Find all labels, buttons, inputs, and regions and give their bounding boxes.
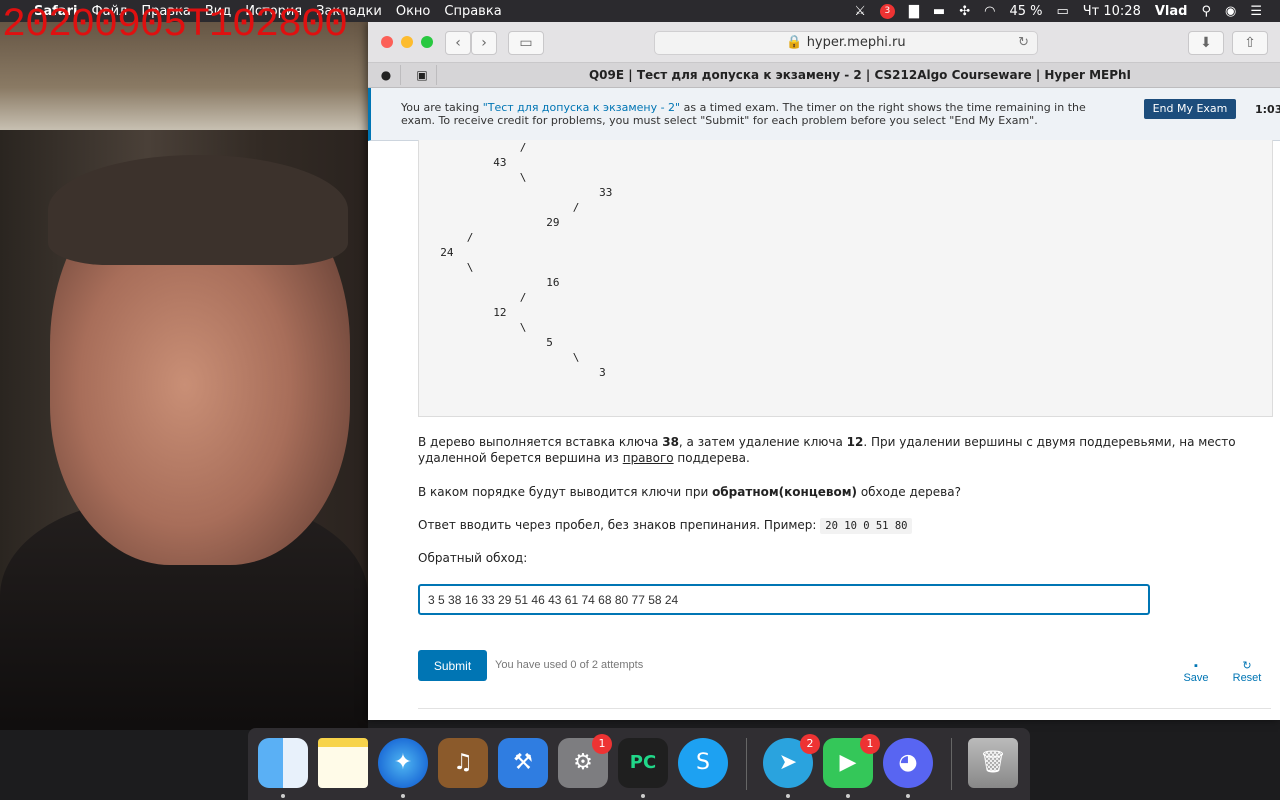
- save-button[interactable]: ▪ Save: [1176, 660, 1216, 684]
- menu-help[interactable]: Справка: [444, 4, 501, 19]
- share-icon[interactable]: ⇧: [1232, 31, 1268, 55]
- active-tab-title[interactable]: Q09E | Тест для допуска к экзамену - 2 |…: [440, 68, 1280, 82]
- end-my-exam-button[interactable]: End My Exam: [1144, 99, 1236, 119]
- statement-part-1: В дерево выполняется вставка ключа: [418, 435, 663, 449]
- back-button[interactable]: ‹: [445, 31, 471, 55]
- telegram-running-indicator: [786, 794, 790, 798]
- reload-icon[interactable]: ↻: [1018, 32, 1029, 54]
- discord-icon[interactable]: ◕: [883, 738, 933, 788]
- minimize-window-button[interactable]: [401, 36, 413, 48]
- garageband-icon[interactable]: ♫: [438, 738, 488, 788]
- answer-format-hint: Ответ вводить через пробел, без знаков п…: [418, 517, 1248, 534]
- submit-button[interactable]: Submit: [418, 650, 487, 681]
- example-code: 20 10 0 51 80: [820, 518, 913, 534]
- brush-icon[interactable]: ⚔: [854, 4, 866, 19]
- right-subtree-word: правого: [622, 451, 674, 465]
- address-url: hyper.mephi.ru: [806, 35, 906, 50]
- skype-icon[interactable]: S: [678, 738, 728, 788]
- forward-button[interactable]: ›: [471, 31, 497, 55]
- reset-icon: ↻: [1242, 660, 1252, 672]
- pinned-tab-firefox-icon[interactable]: ●: [372, 65, 401, 85]
- chat-icon[interactable]: ▇: [909, 4, 919, 19]
- question-part-2: обходе дерева?: [857, 485, 961, 499]
- question-part-1: В каком порядке будут выводится ключи пр…: [418, 485, 713, 499]
- safari-icon[interactable]: ✦: [378, 738, 428, 788]
- wifi-icon[interactable]: ◠: [984, 4, 995, 19]
- tree-diagram: / 43 \ 33 / 29 / 24 \ 16 / 12 \ 5 \ 3: [440, 141, 613, 379]
- facetime-badge: 1: [860, 734, 880, 754]
- exam-link[interactable]: "Тест для допуска к экзамену - 2": [483, 101, 680, 114]
- pycharm-icon[interactable]: PC: [618, 738, 668, 788]
- exam-banner-message: You are taking "Тест для допуска к экзам…: [401, 101, 1101, 127]
- menu-window[interactable]: Окно: [396, 4, 431, 19]
- traversal-type: обратном(концевом): [712, 485, 857, 499]
- insert-key: 38: [662, 435, 679, 449]
- system-preferences-badge: 1: [592, 734, 612, 754]
- sidebar-toggle-icon[interactable]: ▭: [508, 31, 544, 55]
- pycharm-running-indicator: [641, 794, 645, 798]
- section-divider: [418, 708, 1271, 709]
- webcam-feed: [0, 0, 368, 730]
- answer-label: Обратный обход:: [418, 551, 528, 565]
- safari-running-indicator: [401, 794, 405, 798]
- downloads-icon[interactable]: ⬇: [1188, 31, 1224, 55]
- delete-key: 12: [846, 435, 864, 449]
- save-icon: ▪: [1194, 660, 1198, 672]
- save-label: Save: [1183, 672, 1209, 684]
- finder-running-indicator: [281, 794, 285, 798]
- problem-content: / 43 \ 33 / 29 / 24 \ 16 / 12 \ 5 \ 3 В …: [368, 140, 1280, 720]
- address-bar[interactable]: 🔒 hyper.mephi.ru ↻: [654, 31, 1038, 55]
- notes-icon[interactable]: [318, 738, 368, 788]
- attempts-info: You have used 0 of 2 attempts: [495, 659, 644, 671]
- siri-icon[interactable]: ◉: [1225, 4, 1236, 19]
- network-icon[interactable]: ✣: [959, 4, 970, 19]
- battery-percent[interactable]: 45 %: [1009, 4, 1042, 19]
- notification-badge[interactable]: 3: [879, 3, 895, 19]
- flag-icon[interactable]: ▬: [933, 4, 945, 19]
- finder-icon[interactable]: [258, 738, 308, 788]
- facetime-running-indicator: [846, 794, 850, 798]
- xcode-icon[interactable]: ⚒: [498, 738, 548, 788]
- browser-toolbar: ‹ › ▭ 🔒 hyper.mephi.ru ↻ ⬇ ⇧: [368, 22, 1280, 63]
- webcam-timestamp: 20200905T102800: [2, 3, 348, 48]
- statement-part-4: поддерева.: [673, 451, 750, 465]
- problem-statement: В дерево выполняется вставка ключа 38, а…: [418, 434, 1248, 466]
- clock[interactable]: Чт 10:28: [1083, 4, 1141, 19]
- user-name[interactable]: Vlad: [1155, 4, 1188, 19]
- webcam-person-hair: [48, 155, 348, 265]
- trash-icon[interactable]: 🗑: [968, 738, 1018, 788]
- battery-icon[interactable]: ▭: [1056, 4, 1068, 19]
- zoom-window-button[interactable]: [421, 36, 433, 48]
- tree-diagram-box: / 43 \ 33 / 29 / 24 \ 16 / 12 \ 5 \ 3: [418, 140, 1273, 417]
- spotlight-search-icon[interactable]: ⚲: [1201, 4, 1211, 19]
- hint-text: Ответ вводить через пробел, без знаков п…: [418, 518, 821, 532]
- reset-label: Reset: [1232, 672, 1262, 684]
- timed-exam-banner: You are taking "Тест для допуска к экзам…: [368, 88, 1280, 141]
- discord-running-indicator: [906, 794, 910, 798]
- telegram-badge: 2: [800, 734, 820, 754]
- pinned-tab-chat-icon[interactable]: ▣: [408, 65, 437, 85]
- safari-window: ‹ › ▭ 🔒 hyper.mephi.ru ↻ ⬇ ⇧ ● ▣ Q09E | …: [368, 22, 1280, 720]
- notification-center-icon[interactable]: ☰: [1250, 4, 1262, 19]
- exam-banner-text-before: You are taking: [401, 101, 483, 114]
- dock-separator: [746, 738, 747, 790]
- statement-part-2: , а затем удаление ключа: [678, 435, 847, 449]
- macos-dock: ✦ ♫ ⚒ ⚙ 1 PC S ➤ 2 ▶ 1 ◕ 🗑: [248, 728, 1030, 800]
- tab-bar: ● ▣ Q09E | Тест для допуска к экзамену -…: [368, 63, 1280, 88]
- answer-input[interactable]: [418, 584, 1150, 615]
- exam-timer: 1:03:: [1255, 103, 1280, 116]
- lock-icon: 🔒: [786, 35, 803, 50]
- traversal-question: В каком порядке будут выводится ключи пр…: [418, 484, 1248, 500]
- close-window-button[interactable]: [381, 36, 393, 48]
- reset-button[interactable]: ↻ Reset: [1227, 660, 1267, 684]
- dock-separator-trash: [951, 738, 952, 790]
